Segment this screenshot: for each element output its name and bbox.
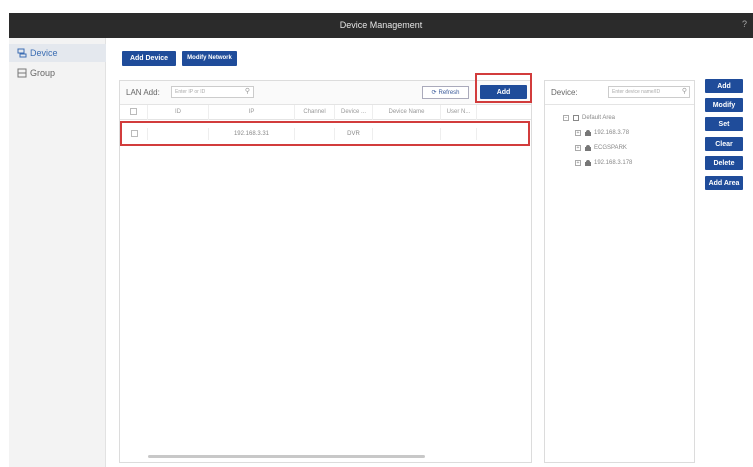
column-header-ip[interactable]: IP bbox=[209, 105, 295, 120]
column-header-id[interactable]: ID bbox=[148, 105, 209, 120]
row-checkbox[interactable] bbox=[131, 129, 138, 137]
select-all-checkbox-cell[interactable] bbox=[120, 105, 148, 120]
device-tree-panel: Device: Enter device name/ID ⚲ − Default… bbox=[544, 80, 695, 463]
lan-search-placeholder: Enter IP or ID bbox=[175, 89, 206, 95]
table-row[interactable]: 192.168.3.31 DVR bbox=[120, 121, 530, 146]
help-icon[interactable]: ? bbox=[742, 19, 747, 29]
add-area-button[interactable]: Add Area bbox=[705, 176, 743, 190]
main-content: Add Device Modify Network LAN Add: Enter… bbox=[106, 38, 753, 467]
cell-device-type: DVR bbox=[335, 128, 373, 140]
sidebar-item-device[interactable]: Device bbox=[9, 44, 106, 62]
search-icon[interactable]: ⚲ bbox=[245, 87, 250, 97]
column-header-device-type[interactable]: Device ... bbox=[335, 105, 373, 120]
tree-node-label: Default Area bbox=[582, 115, 616, 121]
column-header-user-name[interactable]: User N... bbox=[441, 105, 477, 120]
camera-icon bbox=[585, 130, 591, 136]
device-search-placeholder: Enter device name/ID bbox=[612, 89, 661, 95]
window-titlebar: Device Management ? bbox=[9, 13, 753, 38]
camera-icon bbox=[585, 160, 591, 166]
column-header-device-name[interactable]: Device Name bbox=[373, 105, 441, 120]
refresh-icon: ⟳ bbox=[431, 90, 437, 96]
clear-button[interactable]: Clear bbox=[705, 137, 743, 151]
select-all-checkbox[interactable] bbox=[130, 107, 137, 115]
add-button-highlight: Add bbox=[475, 73, 532, 103]
device-toolbar: Device: Enter device name/ID ⚲ bbox=[545, 81, 694, 105]
refresh-label: Refresh bbox=[438, 89, 460, 96]
search-icon[interactable]: ⚲ bbox=[682, 87, 687, 97]
expand-icon[interactable]: + bbox=[575, 130, 581, 136]
folder-icon bbox=[573, 115, 579, 121]
row-checkbox-cell[interactable] bbox=[122, 128, 148, 140]
collapse-icon[interactable]: − bbox=[563, 115, 569, 121]
cell-id bbox=[148, 128, 209, 140]
lan-toolbar: LAN Add: Enter IP or ID ⚲ ⟳ Refresh Add bbox=[120, 73, 532, 105]
lan-table-header: ID IP Channel Device ... Device Name Use… bbox=[120, 105, 531, 120]
tree-node-root[interactable]: − Default Area bbox=[563, 113, 615, 123]
refresh-button[interactable]: ⟳ Refresh bbox=[422, 86, 469, 99]
column-header-channel[interactable]: Channel bbox=[295, 105, 335, 120]
tree-node-label: ECGSPARK bbox=[594, 145, 627, 151]
camera-icon bbox=[585, 145, 591, 151]
cell-channel bbox=[295, 128, 335, 140]
sidebar-item-label: Group bbox=[30, 68, 56, 78]
tree-node-device[interactable]: + 192.168.3.78 bbox=[575, 128, 629, 138]
tree-node-device[interactable]: + ECGSPARK bbox=[575, 143, 627, 153]
add-button[interactable]: Add bbox=[705, 79, 743, 93]
device-label: Device: bbox=[551, 88, 578, 97]
horizontal-scrollbar[interactable] bbox=[148, 455, 425, 458]
device-icon bbox=[17, 48, 27, 58]
lan-device-panel: LAN Add: Enter IP or ID ⚲ ⟳ Refresh Add … bbox=[119, 73, 532, 463]
add-device-button[interactable]: Add Device bbox=[122, 51, 176, 66]
sidebar-item-group[interactable]: Group bbox=[9, 64, 106, 82]
delete-button[interactable]: Delete bbox=[705, 156, 743, 170]
window-title: Device Management bbox=[339, 20, 423, 30]
sidebar-item-label: Device bbox=[30, 48, 58, 58]
group-icon bbox=[17, 68, 27, 78]
cell-user-name bbox=[441, 128, 477, 140]
lan-search-input[interactable]: Enter IP or ID ⚲ bbox=[171, 86, 254, 98]
lan-add-button[interactable]: Add bbox=[480, 85, 527, 99]
tree-node-device[interactable]: + 192.168.3.178 bbox=[575, 158, 632, 168]
modify-button[interactable]: Modify bbox=[705, 98, 743, 112]
expand-icon[interactable]: + bbox=[575, 160, 581, 166]
sidebar: Device Group bbox=[9, 38, 106, 467]
modify-network-button[interactable]: Modify Network bbox=[182, 51, 237, 66]
lan-add-label: LAN Add: bbox=[126, 88, 160, 97]
tree-node-label: 192.168.3.78 bbox=[594, 130, 630, 136]
cell-device-name bbox=[373, 128, 441, 140]
cell-ip: 192.168.3.31 bbox=[209, 128, 295, 140]
tree-node-label: 192.168.3.178 bbox=[594, 160, 633, 166]
set-button[interactable]: Set bbox=[705, 117, 743, 131]
device-search-input[interactable]: Enter device name/ID ⚲ bbox=[608, 86, 690, 98]
expand-icon[interactable]: + bbox=[575, 145, 581, 151]
